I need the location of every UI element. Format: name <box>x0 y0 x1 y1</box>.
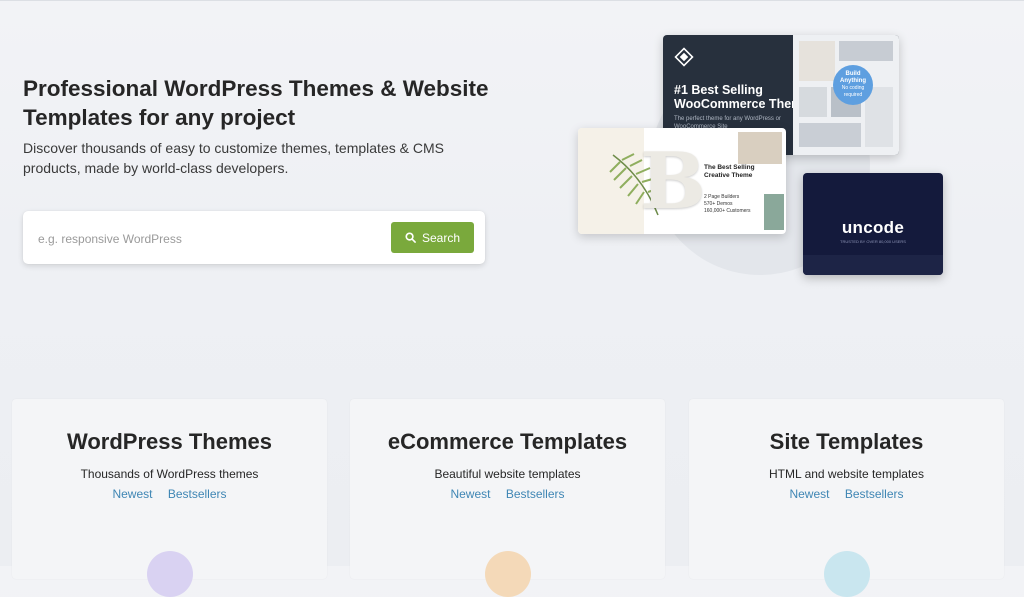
search-bar: Search <box>23 211 485 264</box>
category-title[interactable]: Site Templates <box>689 429 1004 455</box>
hero-collage: #1 Best Selling WooCommerce Theme The pe… <box>570 25 970 285</box>
category-card-site-templates[interactable]: Site Templates HTML and website template… <box>689 399 1004 597</box>
newest-link[interactable]: Newest <box>112 487 152 501</box>
uncode-tagline: TRUSTED BY OVER 80,000 USERS <box>840 239 906 244</box>
b-card-letter: B <box>640 136 706 227</box>
category-links: Newest Bestsellers <box>689 487 1004 501</box>
ecommerce-category-icon <box>484 551 531 597</box>
category-links: Newest Bestsellers <box>12 487 327 501</box>
bestsellers-link[interactable]: Bestsellers <box>506 487 565 501</box>
top-divider <box>0 0 1024 1</box>
search-input[interactable] <box>36 227 390 251</box>
search-icon <box>405 232 416 243</box>
category-description: HTML and website templates <box>769 467 924 481</box>
build-anything-badge: Build Anything No coding required <box>833 65 873 105</box>
newest-link[interactable]: Newest <box>450 487 490 501</box>
search-button[interactable]: Search <box>391 222 474 253</box>
bridge-theme-preview[interactable]: B The Best Selling Creative Theme 2 Page… <box>578 128 786 234</box>
category-card-ecommerce[interactable]: eCommerce Templates Beautiful website te… <box>350 399 665 597</box>
b-card-stats: 2 Page Builders 570+ Demos 160,000+ Cust… <box>704 194 751 214</box>
b-card-side-image <box>764 194 784 230</box>
uncode-theme-preview[interactable]: uncode TRUSTED BY OVER 80,000 USERS <box>803 173 943 275</box>
bestsellers-link[interactable]: Bestsellers <box>168 487 227 501</box>
site-templates-category-icon <box>823 551 870 597</box>
category-links: Newest Bestsellers <box>350 487 665 501</box>
hero-subtitle: Discover thousands of easy to customize … <box>23 140 444 176</box>
category-description: Beautiful website templates <box>434 467 581 481</box>
uncode-thumbnail-strip <box>803 255 943 275</box>
category-title[interactable]: eCommerce Templates <box>350 429 665 455</box>
newest-link[interactable]: Newest <box>789 487 829 501</box>
category-card-wordpress[interactable]: WordPress Themes Thousands of WordPress … <box>12 399 327 597</box>
category-description: Thousands of WordPress themes <box>80 467 259 481</box>
uncode-logo-text: uncode <box>841 218 905 237</box>
diamond-logo-icon <box>674 47 694 67</box>
search-button-label: Search <box>421 230 461 245</box>
hero-title: Professional WordPress Themes & Website … <box>23 76 489 130</box>
b-card-screenshot <box>738 132 782 164</box>
bestsellers-link[interactable]: Bestsellers <box>845 487 904 501</box>
wordpress-category-icon <box>146 551 193 597</box>
b-card-title: The Best Selling Creative Theme <box>704 164 755 179</box>
category-title[interactable]: WordPress Themes <box>12 429 327 455</box>
